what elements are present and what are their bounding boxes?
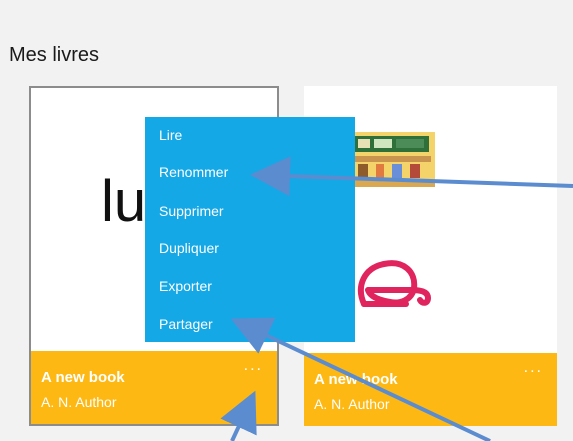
- book-title: A new book: [314, 371, 398, 388]
- menu-item-share[interactable]: Partager: [159, 316, 213, 332]
- book-card-footer: A new book A. N. Author ...: [31, 351, 277, 424]
- menu-item-delete[interactable]: Supprimer: [159, 203, 224, 219]
- more-options-button[interactable]: ...: [524, 359, 543, 377]
- book-title: A new book: [41, 369, 125, 386]
- library-screen: Mes livres lu A new book A. N. Author ..…: [0, 0, 573, 441]
- book-author: A. N. Author: [41, 394, 117, 410]
- classroom-thumbnail-image: [348, 132, 435, 187]
- more-options-button[interactable]: ...: [244, 357, 263, 375]
- menu-item-rename[interactable]: Renommer: [159, 164, 228, 180]
- context-menu: Lire Renommer Supprimer Dupliquer Export…: [145, 117, 355, 342]
- book-author: A. N. Author: [314, 396, 390, 412]
- book-cover-text: lu: [101, 169, 147, 234]
- menu-item-duplicate[interactable]: Dupliquer: [159, 240, 219, 256]
- page-title: Mes livres: [9, 44, 100, 66]
- menu-item-read[interactable]: Lire: [159, 127, 182, 143]
- drawing-doodle: [357, 260, 431, 307]
- menu-item-export[interactable]: Exporter: [159, 278, 212, 294]
- book-card-footer: A new book A. N. Author ...: [304, 353, 557, 426]
